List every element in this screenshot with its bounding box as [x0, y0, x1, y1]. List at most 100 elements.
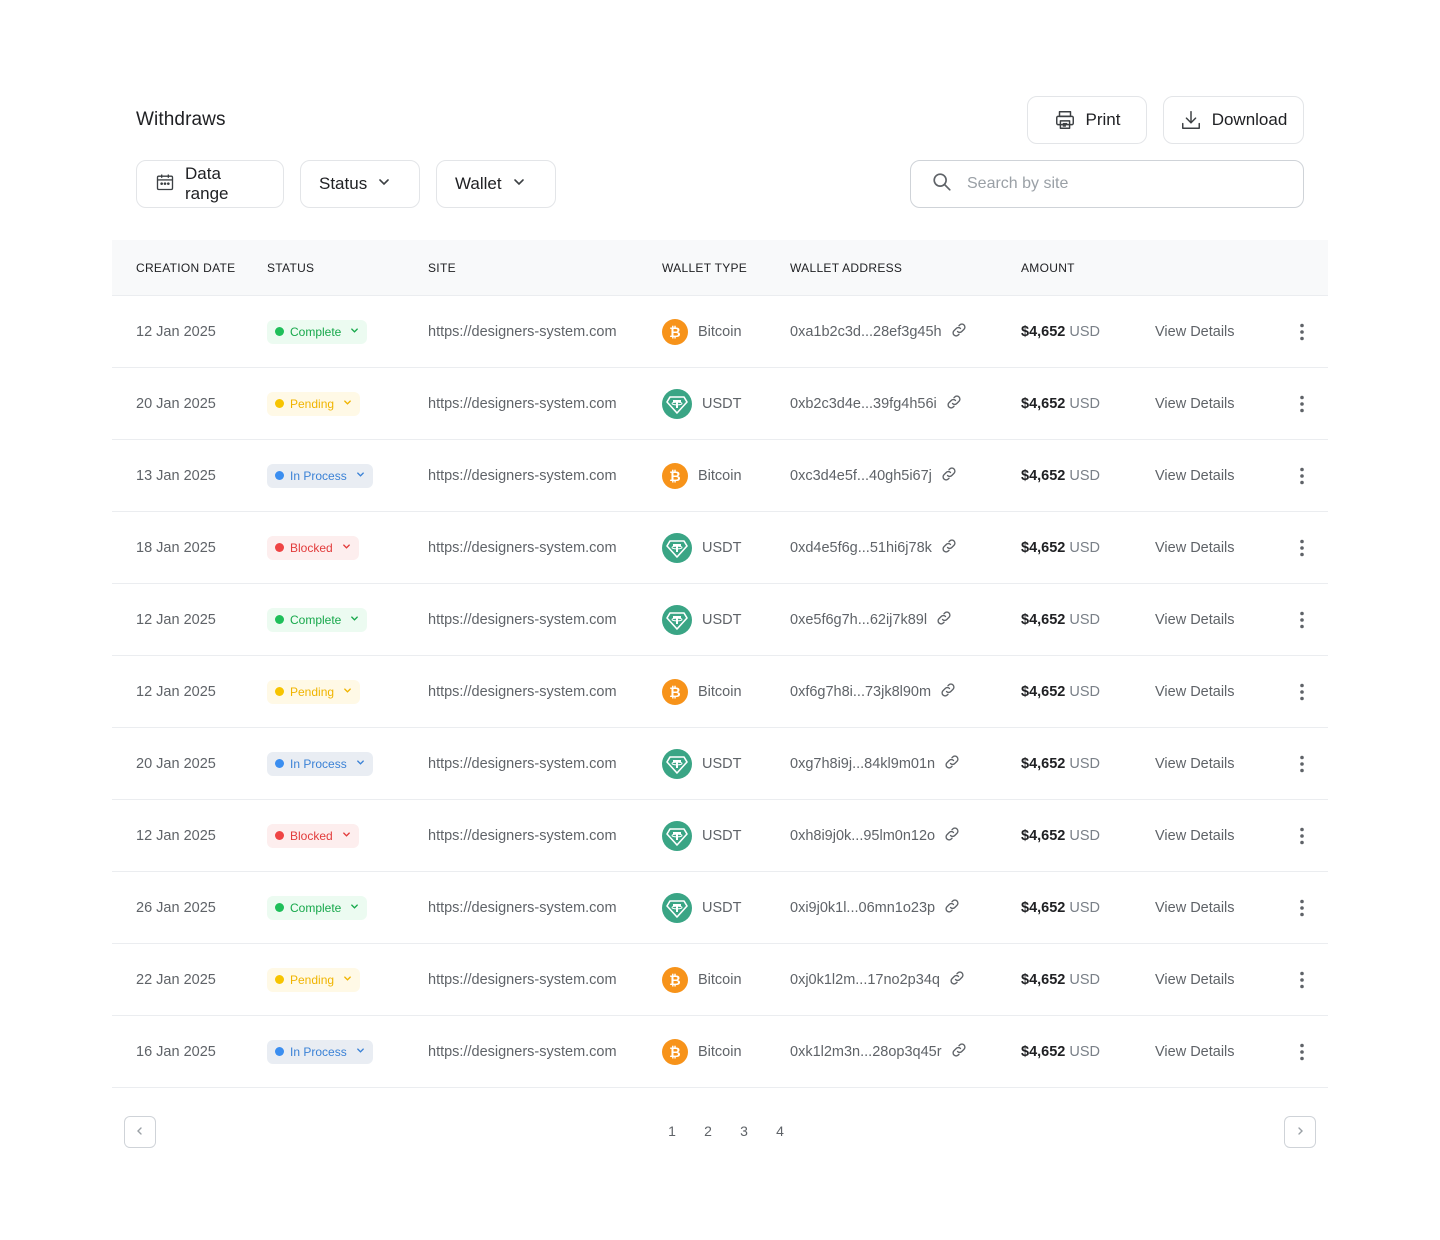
wallet-address: 0xg7h8i9j...84kl9m01n	[790, 728, 961, 799]
link-icon[interactable]	[935, 609, 953, 631]
view-details-link[interactable]: View Details	[1155, 296, 1235, 367]
status-badge[interactable]: Complete	[267, 319, 368, 344]
svg-text:₿: ₿	[669, 325, 680, 340]
page-number[interactable]: 3	[726, 1123, 762, 1139]
site-link[interactable]: https://designers-system.com	[428, 800, 617, 871]
wallet-type-label: USDT	[702, 899, 742, 916]
status-label: Pending	[290, 684, 335, 699]
site-link[interactable]: https://designers-system.com	[428, 440, 617, 511]
view-details-link[interactable]: View Details	[1155, 1016, 1235, 1087]
status-dot-icon	[275, 615, 284, 624]
site-link[interactable]: https://designers-system.com	[428, 872, 617, 943]
table-row: 12 Jan 2025 Complete https://designers-s…	[112, 584, 1328, 656]
date-range-filter[interactable]: Data range	[136, 160, 284, 208]
status-badge[interactable]: Blocked	[267, 535, 359, 560]
table-row: 20 Jan 2025 In Process https://designers…	[112, 728, 1328, 800]
column-header-wallet-type[interactable]: WALLET TYPE	[662, 261, 747, 275]
site-link[interactable]: https://designers-system.com	[428, 944, 617, 1015]
view-details-link[interactable]: View Details	[1155, 440, 1235, 511]
site-link[interactable]: https://designers-system.com	[428, 296, 617, 367]
creation-date: 13 Jan 2025	[136, 467, 216, 484]
view-details-link[interactable]: View Details	[1155, 512, 1235, 583]
next-page-button[interactable]	[1284, 1116, 1316, 1148]
kebab-menu-icon[interactable]	[1292, 584, 1312, 655]
status-badge[interactable]: Pending	[267, 679, 361, 704]
wallet-address: 0xf6g7h8i...73jk8l90m	[790, 656, 957, 727]
site-link[interactable]: https://designers-system.com	[428, 1016, 617, 1087]
chevron-down-icon	[377, 174, 391, 194]
site-link[interactable]: https://designers-system.com	[428, 584, 617, 655]
link-icon[interactable]	[943, 897, 961, 919]
link-icon[interactable]	[939, 681, 957, 703]
download-button[interactable]: Download	[1163, 96, 1304, 144]
wallet-address-text: 0xc3d4e5f...40gh5i67j	[790, 467, 932, 484]
link-icon[interactable]	[948, 969, 966, 991]
kebab-menu-icon[interactable]	[1292, 440, 1312, 511]
site-link[interactable]: https://designers-system.com	[428, 728, 617, 799]
kebab-menu-icon[interactable]	[1292, 368, 1312, 439]
kebab-menu-icon[interactable]	[1292, 1016, 1312, 1087]
link-icon[interactable]	[940, 537, 958, 559]
status-dot-icon	[275, 759, 284, 768]
link-icon[interactable]	[943, 753, 961, 775]
amount-currency: USD	[1069, 899, 1100, 916]
view-details-link[interactable]: View Details	[1155, 368, 1235, 439]
wallet-address: 0xh8i9j0k...95lm0n12o	[790, 800, 961, 871]
site-link[interactable]: https://designers-system.com	[428, 656, 617, 727]
link-icon[interactable]	[950, 1041, 968, 1063]
status-badge[interactable]: Pending	[267, 967, 361, 992]
column-header-status[interactable]: STATUS	[267, 261, 314, 275]
column-header-wallet-address[interactable]: WALLET ADDRESS	[790, 261, 902, 275]
wallet-type-label: USDT	[702, 827, 742, 844]
amount: $4,652 USD	[1021, 800, 1100, 871]
page-number[interactable]: 1	[654, 1123, 690, 1139]
print-button[interactable]: Print	[1027, 96, 1147, 144]
creation-date: 16 Jan 2025	[136, 1043, 216, 1060]
kebab-menu-icon[interactable]	[1292, 656, 1312, 727]
status-badge[interactable]: Complete	[267, 607, 368, 632]
status-badge[interactable]: In Process	[267, 751, 373, 776]
link-icon[interactable]	[940, 465, 958, 487]
view-details-link[interactable]: View Details	[1155, 728, 1235, 799]
creation-date: 20 Jan 2025	[136, 395, 216, 412]
kebab-menu-icon[interactable]	[1292, 296, 1312, 367]
view-details-link[interactable]: View Details	[1155, 872, 1235, 943]
column-header-amount[interactable]: AMOUNT	[1021, 261, 1075, 275]
page-number[interactable]: 2	[690, 1123, 726, 1139]
status-badge[interactable]: Blocked	[267, 823, 359, 848]
amount-currency: USD	[1069, 539, 1100, 556]
wallet-type: ₿ Bitcoin	[662, 296, 742, 367]
prev-page-button[interactable]	[124, 1116, 156, 1148]
wallet-address: 0xd4e5f6g...51hi6j78k	[790, 512, 958, 583]
status-badge[interactable]: Pending	[267, 391, 361, 416]
download-icon	[1180, 109, 1202, 131]
link-icon[interactable]	[950, 321, 968, 343]
view-details-link[interactable]: View Details	[1155, 800, 1235, 871]
search-box[interactable]	[910, 160, 1304, 208]
column-header-site[interactable]: SITE	[428, 261, 456, 275]
site-link[interactable]: https://designers-system.com	[428, 512, 617, 583]
link-icon[interactable]	[943, 825, 961, 847]
page-number[interactable]: 4	[762, 1123, 798, 1139]
status-badge[interactable]: Complete	[267, 895, 368, 920]
table-row: 12 Jan 2025 Blocked https://designers-sy…	[112, 800, 1328, 872]
status-badge[interactable]: In Process	[267, 1039, 373, 1064]
column-header-date[interactable]: CREATION DATE	[136, 261, 235, 275]
creation-date: 12 Jan 2025	[136, 827, 216, 844]
view-details-link[interactable]: View Details	[1155, 944, 1235, 1015]
wallet-filter[interactable]: Wallet	[436, 160, 556, 208]
search-input[interactable]	[967, 175, 1267, 193]
site-link[interactable]: https://designers-system.com	[428, 368, 617, 439]
kebab-menu-icon[interactable]	[1292, 800, 1312, 871]
kebab-menu-icon[interactable]	[1292, 944, 1312, 1015]
amount-currency: USD	[1069, 755, 1100, 772]
status-label: Blocked	[290, 540, 333, 555]
view-details-link[interactable]: View Details	[1155, 656, 1235, 727]
kebab-menu-icon[interactable]	[1292, 728, 1312, 799]
kebab-menu-icon[interactable]	[1292, 872, 1312, 943]
status-badge[interactable]: In Process	[267, 463, 373, 488]
kebab-menu-icon[interactable]	[1292, 512, 1312, 583]
link-icon[interactable]	[945, 393, 963, 415]
view-details-link[interactable]: View Details	[1155, 584, 1235, 655]
status-filter[interactable]: Status	[300, 160, 420, 208]
